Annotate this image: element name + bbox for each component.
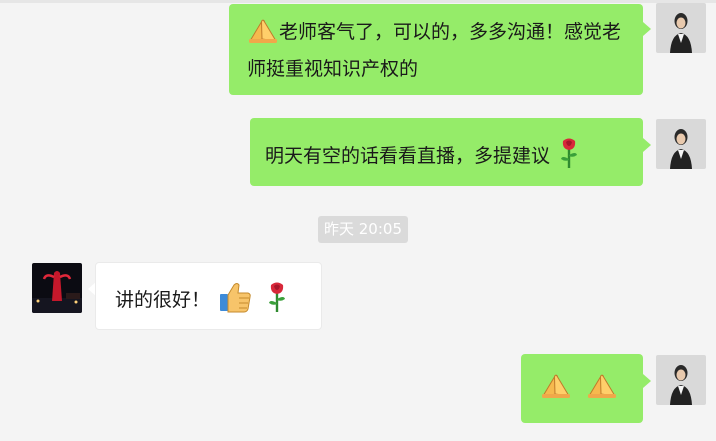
rose-emoji [266, 281, 288, 322]
message-bubble-outgoing[interactable] [521, 354, 643, 423]
timestamp-divider: 昨天 20:05 [318, 216, 408, 243]
folded-hands-emoji [540, 372, 572, 409]
bubble-tail [643, 22, 651, 36]
avatar-self[interactable] [656, 119, 706, 169]
avatar-self[interactable] [656, 355, 706, 405]
message-text: 老师客气了，可以的，多多沟通！感觉老师挺重视知识产权的 [247, 21, 622, 80]
message-bubble-outgoing[interactable]: 明天有空的话看看直播，多提建议 [250, 118, 643, 186]
avatar-contact[interactable] [32, 263, 82, 313]
folded-hands-emoji [247, 17, 279, 54]
rose-emoji [558, 137, 580, 178]
avatar-self[interactable] [656, 3, 706, 53]
folded-hands-emoji [586, 372, 618, 409]
message-bubble-incoming[interactable]: 讲的很好！ [95, 262, 322, 330]
message-text: 明天有空的话看看直播，多提建议 [265, 145, 551, 167]
bubble-tail [643, 374, 651, 388]
thumbs-up-emoji [218, 281, 252, 322]
bubble-tail [643, 138, 651, 152]
message-bubble-outgoing[interactable]: 老师客气了，可以的，多多沟通！感觉老师挺重视知识产权的 [229, 4, 643, 95]
window-top-border [0, 0, 716, 3]
message-text: 讲的很好！ [115, 289, 211, 311]
